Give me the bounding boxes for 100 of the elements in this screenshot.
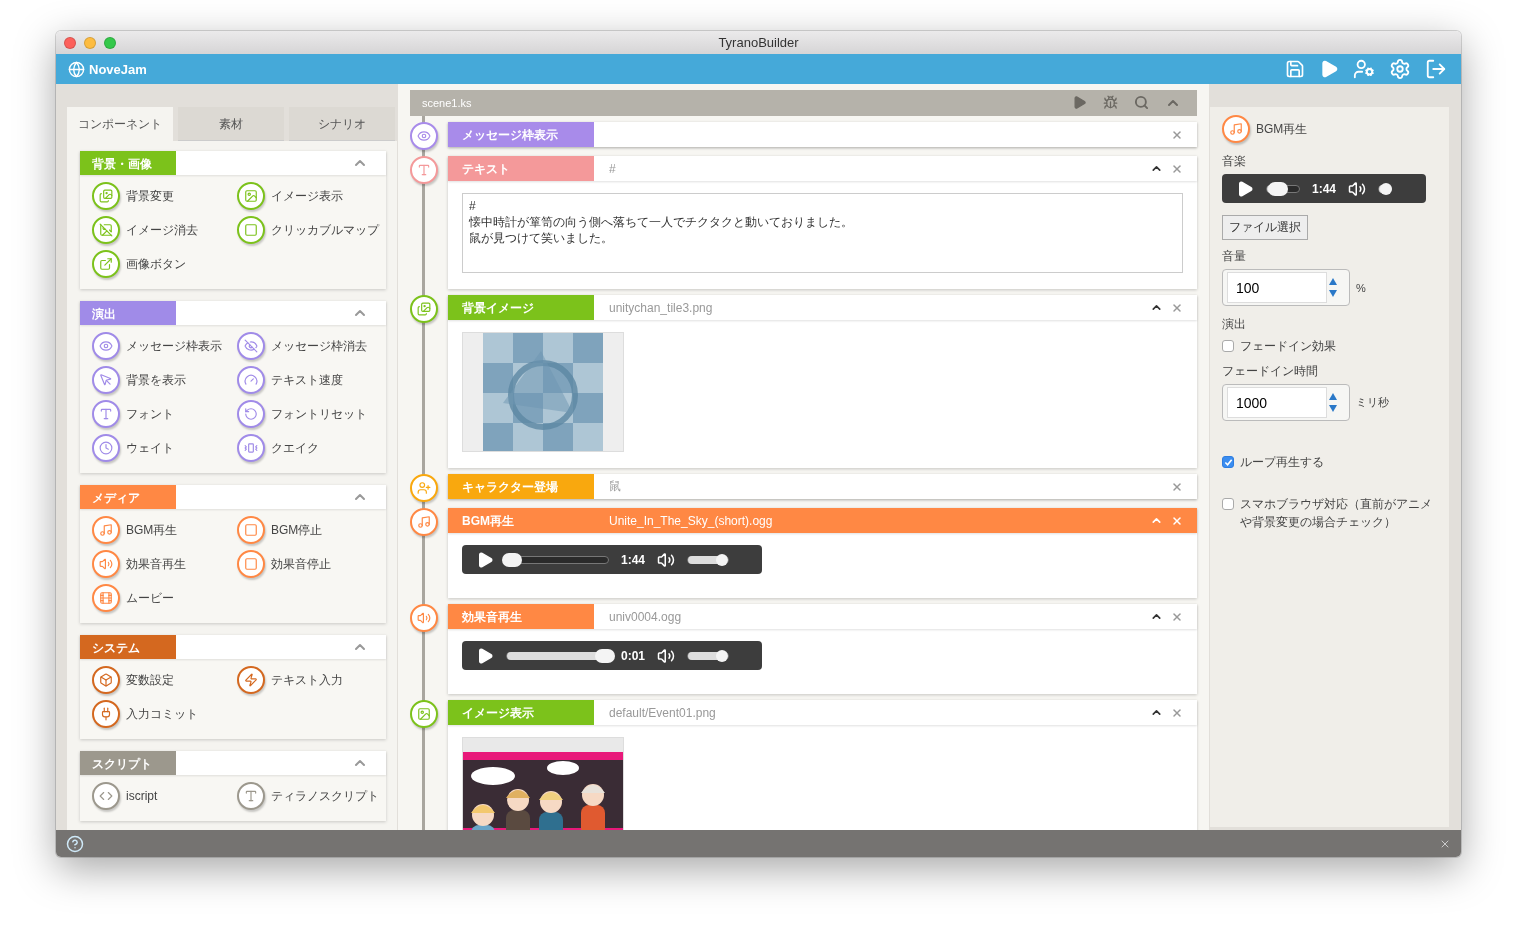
audio-player[interactable]: 0:01	[462, 641, 762, 670]
fade-time-field[interactable]: 1000	[1222, 384, 1350, 421]
close-icon[interactable]	[1171, 514, 1183, 527]
help-icon[interactable]	[66, 834, 84, 853]
close-icon[interactable]	[1171, 128, 1183, 141]
volume-field[interactable]: 100	[1222, 269, 1350, 306]
exit-icon[interactable]	[1425, 58, 1447, 80]
external-link-icon[interactable]	[92, 250, 120, 278]
image-off-icon[interactable]	[92, 216, 120, 244]
close-icon[interactable]	[1171, 301, 1183, 314]
panel-tab[interactable]: シナリオ	[289, 107, 395, 141]
component-label[interactable]: iscript	[126, 789, 158, 803]
eye-off-icon[interactable]	[237, 332, 265, 360]
checkbox[interactable]	[1222, 340, 1234, 352]
component-label[interactable]: 変数設定	[126, 671, 174, 689]
down-arrow-icon[interactable]	[1329, 405, 1337, 412]
music-icon[interactable]	[92, 516, 120, 544]
audio-player[interactable]: 1:44	[1222, 174, 1426, 203]
component-label[interactable]: 入力コミット	[126, 705, 198, 723]
properties-title: BGM再生	[1256, 120, 1308, 138]
command-value: 鼠	[608, 478, 622, 495]
type-icon[interactable]	[237, 782, 265, 810]
component-label[interactable]: クエイク	[271, 439, 319, 457]
component-label[interactable]: ムービー	[126, 589, 174, 607]
checkbox-label[interactable]: スマホブラウザ対応（直前がアニメや背景変更の場合チェック）	[1222, 495, 1437, 531]
play-icon[interactable]	[1236, 179, 1254, 198]
component-label[interactable]: ウェイト	[126, 439, 174, 457]
progress-handle[interactable]	[502, 552, 523, 567]
component-label[interactable]: ティラノスクリプト	[271, 787, 379, 805]
volume-handle[interactable]	[716, 553, 729, 566]
down-arrow-icon[interactable]	[1329, 290, 1337, 297]
command-value: univ0004.ogg	[608, 609, 683, 624]
component-label[interactable]: イメージ表示	[271, 187, 343, 205]
frame-icon[interactable]	[237, 216, 265, 244]
speaker-icon[interactable]	[1348, 179, 1367, 198]
progress-handle[interactable]	[1268, 181, 1289, 196]
close-icon[interactable]	[1171, 162, 1183, 175]
component-label[interactable]: クリッカブルマップ	[271, 221, 379, 239]
play-icon[interactable]	[476, 550, 494, 569]
reset-icon[interactable]	[237, 400, 265, 428]
type-icon[interactable]	[92, 400, 120, 428]
plug-icon[interactable]	[92, 700, 120, 728]
save-icon[interactable]	[1285, 59, 1305, 79]
search-icon[interactable]	[1134, 95, 1149, 110]
play-icon[interactable]	[476, 646, 494, 665]
checkbox[interactable]	[1222, 456, 1234, 468]
images-icon[interactable]	[92, 182, 120, 210]
up-arrow-icon[interactable]	[1329, 393, 1337, 400]
audio-player[interactable]: 1:44	[462, 545, 762, 574]
component-label[interactable]: フォント	[126, 405, 174, 423]
bug-icon[interactable]	[1103, 95, 1118, 110]
checkbox-label[interactable]: ループ再生する	[1222, 453, 1324, 471]
image-icon[interactable]	[237, 182, 265, 210]
component-label[interactable]: フォントリセット	[271, 405, 367, 423]
component-label[interactable]: BGM停止	[271, 521, 323, 539]
component-label[interactable]: 背景を表示	[126, 371, 186, 389]
component-label[interactable]: 画像ボタン	[126, 255, 186, 273]
close-icon[interactable]	[1171, 706, 1183, 719]
close-icon[interactable]	[1171, 480, 1183, 493]
settings-icon[interactable]	[1389, 58, 1411, 80]
minimize-button[interactable]	[84, 36, 96, 49]
volume-handle[interactable]	[716, 649, 729, 662]
checkbox-label[interactable]: フェードイン効果	[1222, 337, 1336, 355]
component-label[interactable]: メッセージ枠消去	[271, 337, 367, 355]
film-icon[interactable]	[92, 584, 120, 612]
time-label: 1:44	[1312, 181, 1337, 196]
stop-icon[interactable]	[237, 516, 265, 544]
user-gear-icon[interactable]	[1353, 58, 1375, 80]
code-icon[interactable]	[92, 782, 120, 810]
stop-icon[interactable]	[237, 550, 265, 578]
speaker-icon[interactable]	[657, 646, 676, 665]
gauge-icon[interactable]	[237, 366, 265, 394]
volume-handle[interactable]	[1380, 182, 1393, 195]
text-field[interactable]: # 懐中時計が箪笥の向う側へ落ちて一人でチクタクと動いておりました。 鼠が見つけて笑いました。	[462, 193, 1183, 273]
lightning-icon[interactable]	[237, 666, 265, 694]
component-label[interactable]: テキスト入力	[271, 671, 343, 689]
component-label[interactable]: 効果音停止	[271, 555, 331, 573]
component-label[interactable]: 効果音再生	[126, 555, 186, 573]
panel-tab[interactable]: コンポーネント	[67, 107, 173, 141]
vibrate-icon[interactable]	[237, 434, 265, 462]
checkbox[interactable]	[1222, 498, 1234, 510]
component-label[interactable]: テキスト速度	[271, 371, 343, 389]
zoom-button[interactable]	[104, 36, 116, 49]
panel-tab[interactable]: 素材	[178, 107, 284, 141]
text-line: #	[469, 198, 476, 214]
component-label[interactable]: 背景変更	[126, 187, 174, 205]
eye-icon[interactable]	[92, 332, 120, 360]
up-arrow-icon[interactable]	[1329, 278, 1337, 285]
close-icon[interactable]	[1171, 610, 1183, 623]
component-label[interactable]: BGM再生	[126, 521, 178, 539]
clock-icon[interactable]	[92, 434, 120, 462]
component-label[interactable]: メッセージ枠表示	[126, 337, 222, 355]
speaker-icon[interactable]	[657, 550, 676, 569]
text-line: 鼠が見つけて笑いました。	[469, 230, 613, 246]
close-window-button[interactable]	[64, 36, 76, 49]
file-select-button[interactable]: ファイル選択	[1222, 215, 1308, 240]
cube-icon[interactable]	[92, 666, 120, 694]
pointer-icon[interactable]	[92, 366, 120, 394]
component-label[interactable]: イメージ消去	[126, 221, 198, 239]
progress-handle[interactable]	[594, 648, 615, 663]
